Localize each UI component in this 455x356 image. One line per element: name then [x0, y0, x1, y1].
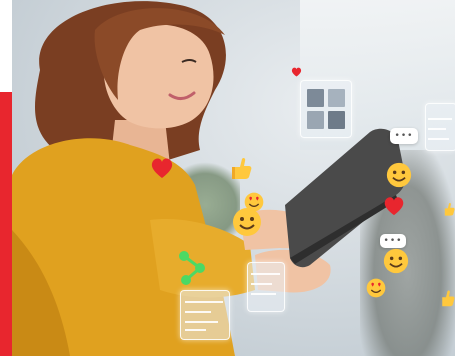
thumbs-up-icon	[442, 290, 455, 307]
photo-gallery-icon	[307, 89, 345, 129]
chat-bubble-icon: •••	[380, 234, 406, 248]
smiley-emoji-icon	[386, 162, 412, 188]
settings-panel-lower	[180, 290, 230, 340]
red-accent-bar	[0, 92, 12, 356]
share-network-icon	[179, 251, 205, 285]
photo-gallery-panel	[300, 80, 352, 138]
side-panel-right	[425, 103, 455, 151]
thumbs-up-icon	[444, 202, 455, 216]
heart-icon	[384, 197, 404, 216]
typing-dots: •••	[383, 235, 403, 246]
heart-icon	[291, 67, 302, 77]
photo-scene: ••• •••	[0, 0, 455, 356]
heart-eyes-emoji-icon	[366, 278, 386, 298]
chat-bubble-icon: •••	[390, 128, 418, 144]
thumbs-up-icon	[232, 157, 252, 179]
settings-panel-middle	[247, 262, 285, 312]
smiley-emoji-icon	[383, 248, 409, 274]
heart-icon	[151, 158, 173, 178]
heart-eyes-emoji-icon	[244, 192, 264, 212]
typing-dots: •••	[394, 130, 414, 141]
